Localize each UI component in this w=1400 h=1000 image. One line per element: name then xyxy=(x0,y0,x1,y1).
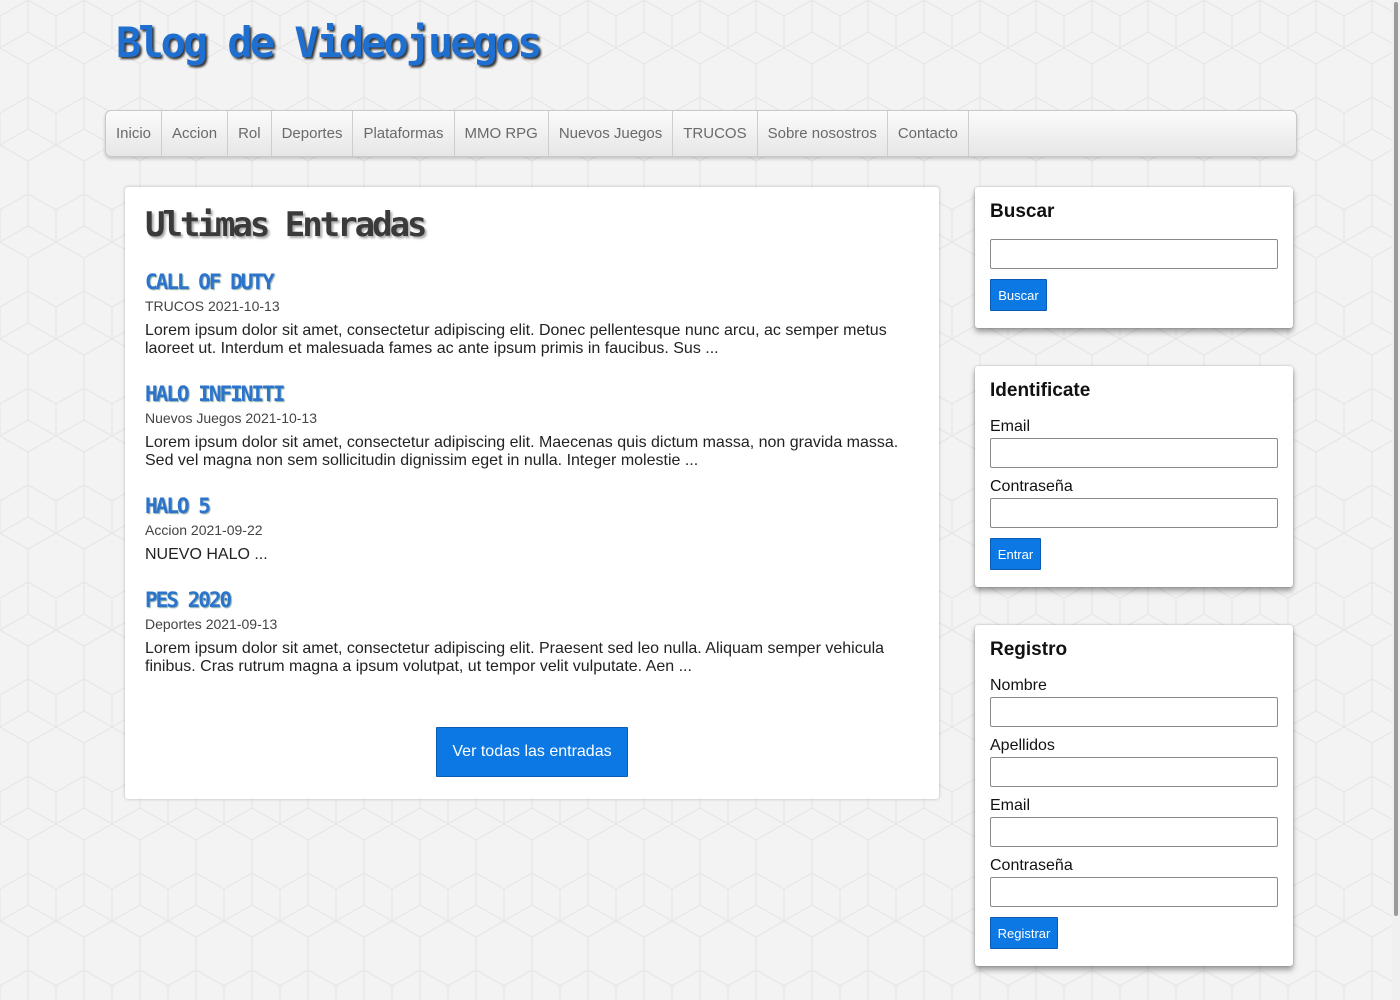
nav-item-trucos[interactable]: TRUCOS xyxy=(673,111,758,156)
post-excerpt: Lorem ipsum dolor sit amet, consectetur … xyxy=(145,322,887,357)
login-button[interactable]: Entrar xyxy=(990,538,1041,570)
search-widget: Buscar Buscar xyxy=(975,187,1293,328)
post-item: HALO 5 Accion 2021-09-22 NUEVO HALO ... xyxy=(145,493,915,564)
login-password-field[interactable] xyxy=(990,498,1278,528)
register-widget: Registro Nombre Apellidos Email Contrase… xyxy=(975,625,1293,966)
register-button[interactable]: Registrar xyxy=(990,917,1058,949)
site-title[interactable]: Blog de Videojuegos xyxy=(116,18,542,67)
post-meta: Accion 2021-09-22 xyxy=(145,522,263,538)
nav-item-accion[interactable]: Accion xyxy=(162,111,229,156)
post-meta: Deportes 2021-09-13 xyxy=(145,616,278,632)
latest-posts-heading: Ultimas Entradas xyxy=(145,205,428,245)
register-surname-label: Apellidos xyxy=(990,737,1055,754)
post-title-link[interactable]: PES 2020 xyxy=(145,587,915,613)
register-password-field[interactable] xyxy=(990,877,1278,907)
latest-posts-card: Ultimas Entradas CALL OF DUTY TRUCOS 202… xyxy=(125,187,939,799)
post-item: PES 2020 Deportes 2021-09-13 Lorem ipsum… xyxy=(145,587,915,676)
search-input[interactable] xyxy=(990,239,1278,269)
post-excerpt: Lorem ipsum dolor sit amet, consectetur … xyxy=(145,434,899,469)
nav-item-contacto[interactable]: Contacto xyxy=(888,111,969,156)
register-name-field[interactable] xyxy=(990,697,1278,727)
nav-item-plataformas[interactable]: Plataformas xyxy=(353,111,455,156)
post-excerpt: NUEVO HALO ... xyxy=(145,546,268,563)
login-password-label: Contraseña xyxy=(990,478,1073,495)
nav-item-deportes[interactable]: Deportes xyxy=(272,111,354,156)
register-surname-field[interactable] xyxy=(990,757,1278,787)
nav-item-sobre-nosotros[interactable]: Sobre nosostros xyxy=(758,111,888,156)
nav-item-nuevos-juegos[interactable]: Nuevos Juegos xyxy=(549,111,674,156)
nav-item-mmo-rpg[interactable]: MMO RPG xyxy=(455,111,549,156)
post-item: HALO INFINITI Nuevos Juegos 2021-10-13 L… xyxy=(145,381,915,470)
login-email-label: Email xyxy=(990,418,1031,435)
register-password-label: Contraseña xyxy=(990,857,1073,874)
register-email-label: Email xyxy=(990,797,1031,814)
register-email-field[interactable] xyxy=(990,817,1278,847)
page-scrollbar-thumb[interactable] xyxy=(1394,2,1398,916)
post-excerpt: Lorem ipsum dolor sit amet, consectetur … xyxy=(145,640,885,675)
login-email-field[interactable] xyxy=(990,438,1278,468)
post-meta: TRUCOS 2021-10-13 xyxy=(145,298,280,314)
post-meta: Nuevos Juegos 2021-10-13 xyxy=(145,410,318,426)
login-widget-title: Identificate xyxy=(990,380,1091,401)
post-title-link[interactable]: HALO INFINITI xyxy=(145,381,915,407)
register-widget-title: Registro xyxy=(990,639,1068,660)
login-widget: Identificate Email Contraseña Entrar xyxy=(975,366,1293,587)
main-nav: Inicio Accion Rol Deportes Plataformas M… xyxy=(105,110,1297,157)
post-title-link[interactable]: CALL OF DUTY xyxy=(145,269,915,295)
view-all-posts-button[interactable]: Ver todas las entradas xyxy=(436,727,628,777)
nav-item-rol[interactable]: Rol xyxy=(228,111,272,156)
register-name-label: Nombre xyxy=(990,677,1047,694)
search-widget-title: Buscar xyxy=(990,201,1055,222)
nav-item-inicio[interactable]: Inicio xyxy=(106,111,163,156)
search-button[interactable]: Buscar xyxy=(990,279,1047,311)
post-item: CALL OF DUTY TRUCOS 2021-10-13 Lorem ips… xyxy=(145,269,915,358)
post-title-link[interactable]: HALO 5 xyxy=(145,493,915,519)
